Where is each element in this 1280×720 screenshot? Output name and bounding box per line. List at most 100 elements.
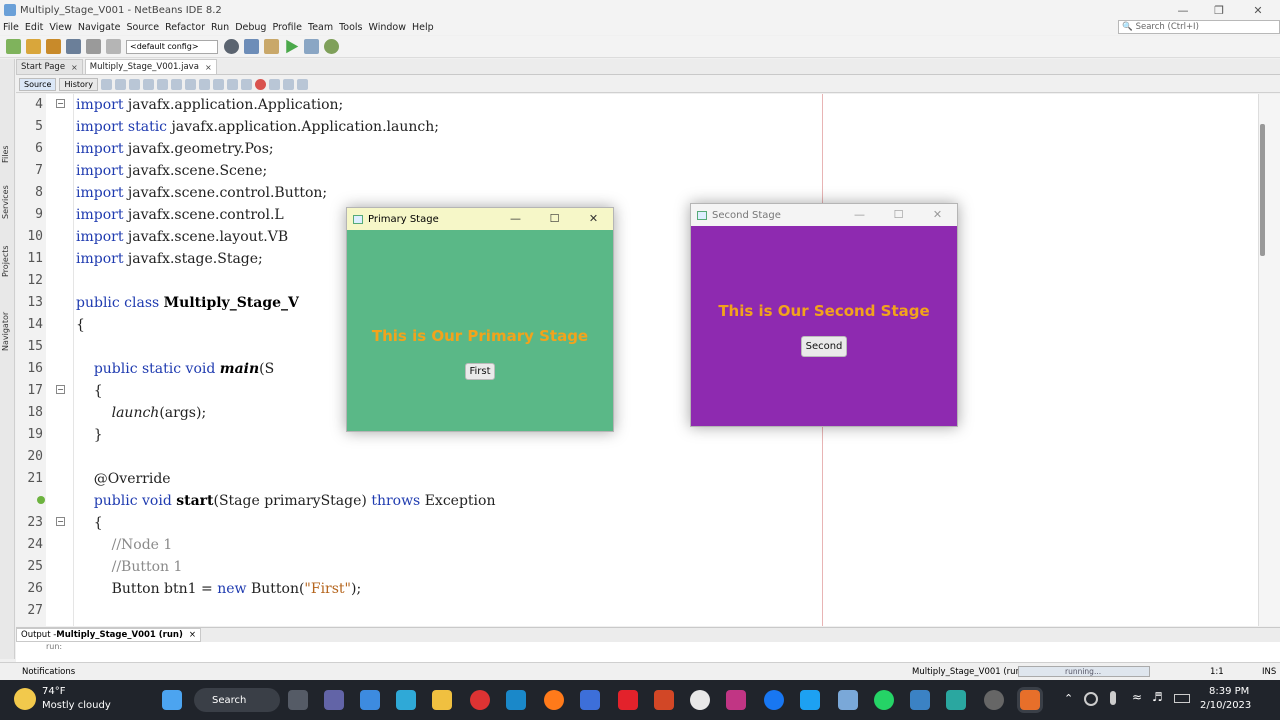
- task-view-icon[interactable]: [288, 690, 308, 710]
- maximize-icon[interactable]: ☐: [535, 208, 574, 230]
- close-icon[interactable]: ✕: [1240, 0, 1276, 20]
- find-previous-icon[interactable]: [142, 78, 154, 90]
- close-icon[interactable]: ✕: [574, 208, 613, 230]
- comment-icon[interactable]: [282, 78, 294, 90]
- toggle-bookmark-icon[interactable]: [212, 78, 224, 90]
- menu-item-navigate[interactable]: Navigate: [78, 22, 121, 33]
- record-icon[interactable]: [470, 690, 490, 710]
- close-tab-icon[interactable]: ×: [71, 63, 78, 72]
- primary-stage-titlebar[interactable]: Primary Stage — ☐ ✕: [347, 208, 613, 230]
- office-icon[interactable]: [654, 690, 674, 710]
- menu-item-edit[interactable]: Edit: [25, 22, 43, 33]
- clock-time[interactable]: 8:39 PM: [1209, 686, 1249, 697]
- taskbar-search[interactable]: Search: [194, 688, 280, 712]
- battery-icon[interactable]: [1174, 694, 1190, 703]
- history-tab[interactable]: History: [59, 77, 98, 91]
- first-button[interactable]: First: [465, 363, 495, 380]
- build-icon[interactable]: [244, 39, 259, 54]
- config-select[interactable]: <default config>: [126, 39, 218, 54]
- stop-macro-icon[interactable]: [268, 78, 280, 90]
- minimize-icon[interactable]: —: [496, 208, 535, 230]
- java-app-icon[interactable]: [1020, 690, 1040, 710]
- find-icon[interactable]: [128, 78, 140, 90]
- shift-right-icon[interactable]: [240, 78, 252, 90]
- mail-icon[interactable]: [360, 690, 380, 710]
- open-project-icon[interactable]: [46, 39, 61, 54]
- teams-icon[interactable]: [324, 690, 344, 710]
- menu-item-file[interactable]: File: [3, 22, 19, 33]
- menu-item-source[interactable]: Source: [126, 22, 159, 33]
- second-stage-titlebar[interactable]: Second Stage — ☐ ✕: [691, 204, 957, 226]
- search-input[interactable]: 🔍 Search (Ctrl+I): [1118, 20, 1280, 34]
- twitter-icon[interactable]: [800, 690, 820, 710]
- menu-item-tools[interactable]: Tools: [339, 22, 362, 33]
- source-tab[interactable]: Source: [19, 77, 57, 91]
- navigator-panel-tab[interactable]: Navigator: [1, 312, 10, 351]
- app-l-icon[interactable]: [506, 690, 526, 710]
- sync-icon[interactable]: [1084, 692, 1098, 706]
- output-tab[interactable]: Output - Multiply_Stage_V001 (run) ×: [16, 628, 201, 642]
- menu-item-refactor[interactable]: Refactor: [165, 22, 205, 33]
- projects-panel-tab[interactable]: Projects: [1, 245, 10, 277]
- fold-toggle-icon[interactable]: −: [56, 517, 65, 526]
- edge-icon[interactable]: [396, 690, 416, 710]
- fold-toggle-icon[interactable]: −: [56, 99, 65, 108]
- minimize-icon[interactable]: —: [840, 204, 879, 226]
- menu-item-team[interactable]: Team: [308, 22, 333, 33]
- menu-item-run[interactable]: Run: [211, 22, 229, 33]
- menu-item-profile[interactable]: Profile: [272, 22, 302, 33]
- app-icon[interactable]: [580, 690, 600, 710]
- notepad-icon[interactable]: [910, 690, 930, 710]
- network-app-icon[interactable]: [946, 690, 966, 710]
- clean-build-icon[interactable]: [264, 39, 279, 54]
- wifi-icon[interactable]: ≈: [1132, 690, 1142, 704]
- volume-icon[interactable]: ♬: [1152, 690, 1163, 704]
- new-file-icon[interactable]: [6, 39, 21, 54]
- tab-multiply-stage-java[interactable]: Multiply_Stage_V001.java ×: [84, 59, 217, 74]
- save-all-icon[interactable]: [66, 39, 81, 54]
- uncomment-icon[interactable]: [296, 78, 308, 90]
- maximize-icon[interactable]: ☐: [879, 204, 918, 226]
- menu-item-window[interactable]: Window: [369, 22, 406, 33]
- override-marker-icon[interactable]: [37, 496, 45, 504]
- profile-icon[interactable]: [324, 39, 339, 54]
- files-panel-tab[interactable]: Files: [1, 145, 10, 163]
- microphone-icon[interactable]: [1110, 691, 1116, 705]
- fold-toggle-icon[interactable]: −: [56, 385, 65, 394]
- output-console[interactable]: run:: [16, 642, 1280, 662]
- menu-item-view[interactable]: View: [49, 22, 72, 33]
- forward-icon[interactable]: [114, 78, 126, 90]
- scrollbar-thumb[interactable]: [1260, 124, 1265, 256]
- chevron-up-icon[interactable]: ⌃: [1064, 692, 1073, 705]
- close-output-icon[interactable]: ×: [189, 630, 196, 640]
- weather-icon[interactable]: [14, 688, 36, 710]
- instagram-icon[interactable]: [726, 690, 746, 710]
- debug-icon[interactable]: [304, 39, 319, 54]
- clock-date[interactable]: 2/10/2023: [1200, 700, 1251, 711]
- restore-icon[interactable]: ❐: [1201, 0, 1237, 20]
- menu-item-debug[interactable]: Debug: [235, 22, 266, 33]
- minimize-icon[interactable]: —: [1165, 0, 1201, 20]
- code-editor[interactable]: 4 import javafx.application.Application; 5…: [16, 94, 1258, 626]
- services-panel-tab[interactable]: Services: [1, 185, 10, 219]
- start-icon[interactable]: [162, 690, 182, 710]
- menu-item-help[interactable]: Help: [412, 22, 434, 33]
- close-tab-icon[interactable]: ×: [205, 63, 212, 72]
- opera-icon[interactable]: [618, 690, 638, 710]
- globe-icon[interactable]: [224, 39, 239, 54]
- new-project-icon[interactable]: [26, 39, 41, 54]
- facebook-icon[interactable]: [764, 690, 784, 710]
- firefox-icon[interactable]: [544, 690, 564, 710]
- notifications-label[interactable]: Notifications: [22, 667, 75, 677]
- next-bookmark-icon[interactable]: [198, 78, 210, 90]
- back-icon[interactable]: [100, 78, 112, 90]
- file-explorer-icon[interactable]: [432, 690, 452, 710]
- run-icon[interactable]: [286, 39, 299, 54]
- start-macro-icon[interactable]: [254, 78, 266, 90]
- tab-start-page[interactable]: Start Page ×: [16, 59, 83, 74]
- second-button[interactable]: Second: [801, 336, 847, 357]
- find-next-icon[interactable]: [156, 78, 168, 90]
- cube-app-icon[interactable]: [838, 690, 858, 710]
- previous-bookmark-icon[interactable]: [184, 78, 196, 90]
- shift-left-icon[interactable]: [226, 78, 238, 90]
